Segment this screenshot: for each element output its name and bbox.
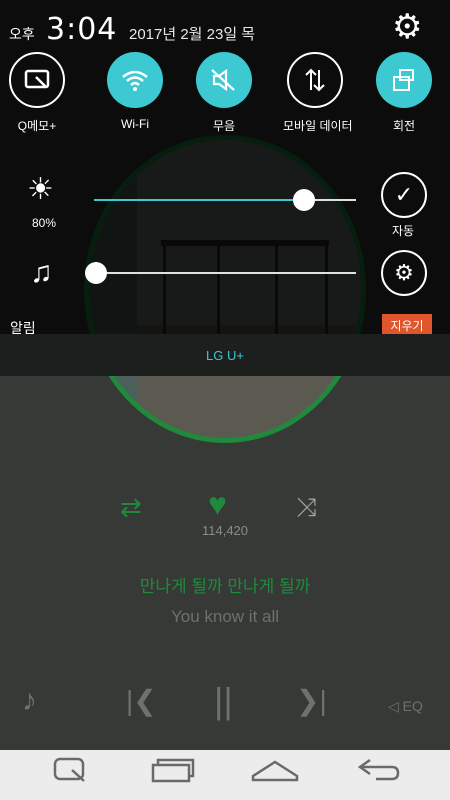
mute-icon: [196, 52, 252, 108]
mobile-data-icon: [287, 52, 343, 108]
like-count: 114,420: [201, 523, 249, 538]
equalizer-button[interactable]: ◁ EQ: [388, 698, 423, 715]
qs-rotate-label: 회전: [392, 119, 416, 133]
qs-rotate[interactable]: 회전: [372, 52, 436, 134]
volume-slider-thumb[interactable]: [85, 262, 107, 284]
qs-mute[interactable]: 무음: [192, 52, 256, 134]
notification-shade: 오후 3:04 2017년 2월 23일 목 ⚙ Q메모+ Wi-Fi 무음 모…: [0, 0, 450, 376]
previous-track-icon[interactable]: |❮: [126, 684, 157, 717]
qs-qmemo[interactable]: Q메모+: [5, 52, 69, 134]
qs-mobile-data[interactable]: 모바일 데이터: [283, 52, 353, 134]
qs-mobile-data-label: 모바일 데이터: [283, 119, 353, 133]
navigation-bar: [0, 750, 450, 800]
repeat-icon[interactable]: ⇄: [120, 492, 142, 523]
check-icon: ✓: [394, 182, 414, 207]
heart-icon[interactable]: ♥: [208, 486, 227, 523]
playlist-icon[interactable]: ♪: [22, 684, 37, 718]
volume-slider-track[interactable]: [96, 272, 356, 274]
back-icon[interactable]: [356, 756, 402, 792]
recent-apps-icon[interactable]: [150, 756, 196, 792]
brightness-slider-fill: [94, 199, 304, 201]
lyric-next: You know it all: [170, 607, 280, 626]
brightness-icon: ☀: [27, 173, 54, 206]
ampm-label: 오후: [9, 26, 35, 42]
shuffle-icon[interactable]: ⤨: [296, 492, 317, 524]
pause-icon[interactable]: ||: [214, 680, 233, 722]
qs-wifi[interactable]: Wi-Fi: [103, 52, 167, 131]
status-bar: 오후 3:04 2017년 2월 23일 목 ⚙: [0, 0, 450, 50]
home-icon[interactable]: [250, 756, 300, 792]
qmemo-icon: [9, 52, 65, 108]
next-track-icon[interactable]: ❯|: [296, 684, 327, 717]
auto-brightness-label: 자동: [392, 224, 415, 238]
brightness-slider-thumb[interactable]: [292, 189, 315, 211]
qs-mute-label: 무음: [212, 119, 236, 133]
settings-gear-icon[interactable]: ⚙: [392, 7, 422, 47]
clear-notifications-button[interactable]: 지우기: [382, 314, 432, 336]
music-note-icon: ♫: [30, 256, 53, 289]
brightness-value: 80%: [32, 216, 57, 230]
sound-settings-button[interactable]: ⚙: [381, 250, 427, 296]
carrier-label: LG U+: [206, 347, 244, 363]
eq-label: EQ: [402, 698, 423, 714]
auto-brightness-toggle[interactable]: ✓: [381, 172, 427, 218]
qs-qmemo-label: Q메모+: [17, 119, 57, 133]
gear-icon: ⚙: [394, 260, 414, 285]
carrier-bar: LG U+: [0, 334, 450, 376]
clock-time: 3:04: [46, 12, 118, 47]
lyric-current: 만나게 될까 만나게 될까: [139, 577, 311, 596]
qslide-icon[interactable]: [52, 756, 88, 792]
rotate-icon: [376, 52, 432, 108]
wifi-icon: [107, 52, 163, 108]
qs-wifi-label: Wi-Fi: [121, 117, 149, 131]
date-label: 2017년 2월 23일 목: [129, 26, 256, 43]
